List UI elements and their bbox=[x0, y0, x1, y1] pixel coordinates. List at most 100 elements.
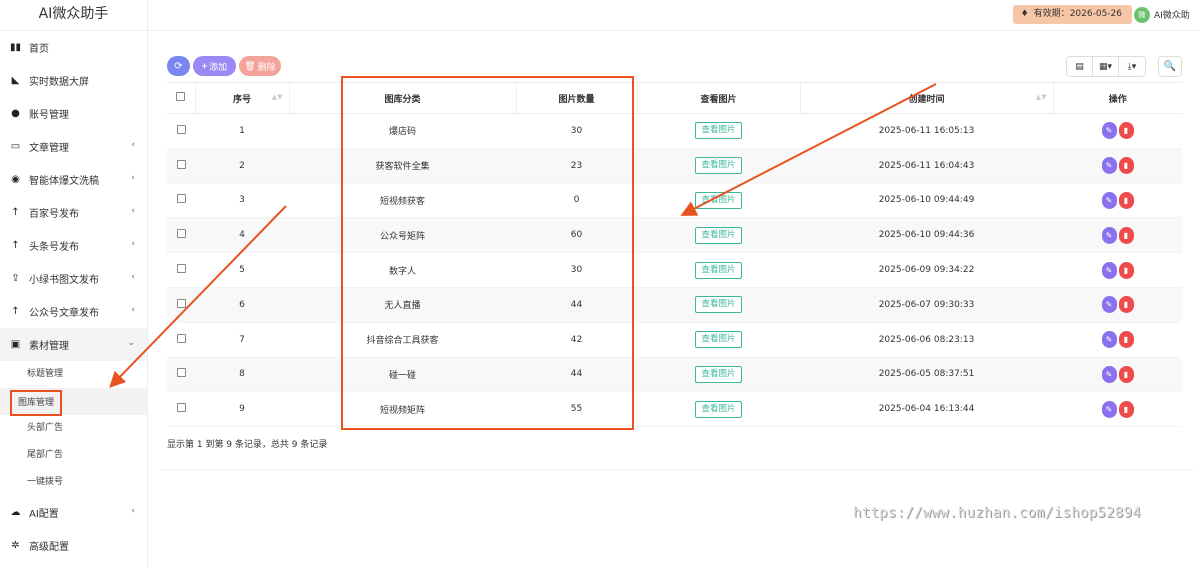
sidebar-item-0[interactable]: ▮▮ 首页 bbox=[0, 31, 147, 64]
sidebar-subitem-label: 头部广告 bbox=[27, 423, 64, 433]
columns-button[interactable]: ▦▾ bbox=[1093, 57, 1119, 76]
sidebar-item-8[interactable]: ↑ 公众号文章发布 ‹ bbox=[0, 295, 147, 328]
pencil-icon: ✎ bbox=[1105, 300, 1113, 310]
delete-row-button[interactable]: ▮ bbox=[1118, 226, 1134, 244]
refresh-button[interactable]: ⟳ bbox=[167, 56, 190, 76]
row-checkbox[interactable] bbox=[176, 368, 186, 378]
trash-icon: ▮ bbox=[1123, 300, 1129, 310]
sidebar-item-9[interactable]: ▣ 素材管理 ⌄ bbox=[0, 328, 147, 361]
sidebar-subitem-2[interactable]: 头部广告 bbox=[0, 415, 147, 442]
view-images-button[interactable]: 查看图片 bbox=[695, 191, 742, 209]
delete-row-button[interactable]: ▮ bbox=[1118, 400, 1134, 418]
delete-row-button[interactable]: ▮ bbox=[1118, 261, 1134, 279]
row-select-cell bbox=[167, 391, 195, 428]
delete-row-button[interactable]: ▮ bbox=[1118, 191, 1134, 209]
sidebar-subitem-label: 图库管理 bbox=[10, 390, 63, 416]
cell-actions: ✎ ▮ bbox=[1053, 252, 1182, 288]
toggle-view-button[interactable]: ▤ bbox=[1067, 57, 1093, 76]
row-checkbox[interactable] bbox=[176, 298, 186, 308]
pencil-icon: ✎ bbox=[1105, 369, 1113, 379]
delete-row-button[interactable]: ▮ bbox=[1118, 122, 1134, 140]
trash-icon: ▮ bbox=[1123, 230, 1129, 240]
sidebar-item-label: 文章管理 bbox=[29, 143, 69, 154]
divider bbox=[162, 469, 1195, 470]
row-checkbox[interactable] bbox=[176, 229, 186, 239]
sidebar-subitem-0[interactable]: 标题管理 bbox=[0, 361, 147, 388]
edit-button[interactable]: ✎ bbox=[1101, 365, 1117, 383]
row-checkbox[interactable] bbox=[176, 264, 186, 274]
view-images-button[interactable]: 查看图片 bbox=[695, 365, 742, 383]
sidebar-item-6[interactable]: ↑ 头条号发布 ‹ bbox=[0, 229, 147, 262]
view-images-button[interactable]: 查看图片 bbox=[695, 122, 742, 140]
export-button[interactable]: ⤓▾ bbox=[1119, 57, 1145, 76]
sidebar-subitem-4[interactable]: 一键拨号 bbox=[0, 469, 147, 496]
sidebar-item-5[interactable]: ↑ 百家号发布 ‹ bbox=[0, 196, 147, 229]
view-images-button[interactable]: 查看图片 bbox=[695, 226, 742, 244]
sidebar-item-label: 小绿书图文发布 bbox=[29, 275, 99, 286]
row-select-cell bbox=[167, 183, 195, 219]
edit-button[interactable]: ✎ bbox=[1101, 261, 1117, 279]
edit-button[interactable]: ✎ bbox=[1101, 400, 1117, 418]
sidebar-item-1[interactable]: ◣ 实时数据大屏 bbox=[0, 64, 147, 97]
sidebar-item-label: AI配置 bbox=[29, 509, 59, 520]
cell-actions: ✎ ▮ bbox=[1053, 391, 1182, 428]
cell-created: 2025-06-11 16:04:43 bbox=[800, 148, 1053, 184]
cell-id: 8 bbox=[195, 357, 289, 393]
delete-row-button[interactable]: ▮ bbox=[1118, 365, 1134, 383]
sidebar-item-4[interactable]: ◉ 智能体爆文洗稿 ‹ bbox=[0, 163, 147, 196]
delete-row-button[interactable]: ▮ bbox=[1118, 157, 1134, 175]
row-select-cell bbox=[167, 357, 195, 393]
table-row: 4 公众号矩阵 60 查看图片 2025-06-10 09:44:36 ✎ ▮ bbox=[167, 217, 1182, 254]
gallery-table: 序号 ▲▼ 图库分类 图片数量 查看图片 创建时间 ▲▼ 操作 1 爆店码 30 查看图片… bbox=[167, 82, 1182, 428]
view-images-button[interactable]: 查看图片 bbox=[695, 400, 742, 418]
col-header-created[interactable]: 创建时间 ▲▼ bbox=[799, 82, 1053, 114]
sidebar-item-10[interactable]: ☁ AI配置 ‹ bbox=[0, 496, 147, 529]
sidebar-item-3[interactable]: ▭ 文章管理 ‹ bbox=[0, 130, 147, 163]
view-images-button[interactable]: 查看图片 bbox=[695, 261, 742, 279]
sidebar-item-11[interactable]: ✲ 高级配置 bbox=[0, 529, 147, 562]
col-header-id[interactable]: 序号 ▲▼ bbox=[194, 82, 289, 114]
view-images-button[interactable]: 查看图片 bbox=[695, 157, 742, 175]
cell-created: 2025-06-11 16:05:13 bbox=[800, 113, 1053, 149]
area-chart-icon: ◣ bbox=[11, 75, 20, 86]
delete-button[interactable]: 🗑 删除 bbox=[239, 56, 281, 76]
row-checkbox[interactable] bbox=[176, 194, 186, 204]
delete-row-button[interactable]: ▮ bbox=[1118, 331, 1134, 349]
table-row: 7 抖音综合工具获客 42 查看图片 2025-06-06 08:23:13 ✎ ▮ bbox=[167, 322, 1182, 358]
sidebar-subitem-label: 标题管理 bbox=[27, 369, 64, 379]
search-button[interactable]: 🔍 bbox=[1158, 56, 1182, 77]
select-all-checkbox[interactable] bbox=[176, 92, 186, 101]
sidebar-subitem-1[interactable]: 图库管理 bbox=[0, 388, 147, 416]
sidebar-item-2[interactable]: ● 账号管理 bbox=[0, 97, 147, 130]
col-header-view: 查看图片 bbox=[636, 82, 800, 114]
delete-row-button[interactable]: ▮ bbox=[1118, 296, 1134, 314]
sidebar-item-7[interactable]: ⇪ 小绿书图文发布 ‹ bbox=[0, 262, 147, 295]
chevron-icon: ‹ bbox=[131, 506, 135, 516]
edit-button[interactable]: ✎ bbox=[1101, 191, 1117, 209]
avatar[interactable]: 微 bbox=[1134, 7, 1150, 23]
edit-button[interactable]: ✎ bbox=[1101, 331, 1117, 349]
table-row: 5 数字人 30 查看图片 2025-06-09 09:34:22 ✎ ▮ bbox=[167, 252, 1182, 288]
sidebar-subitem-3[interactable]: 尾部广告 bbox=[0, 442, 147, 469]
edit-button[interactable]: ✎ bbox=[1101, 157, 1117, 175]
add-button[interactable]: + 添加 bbox=[193, 56, 236, 76]
cell-count: 44 bbox=[516, 357, 637, 393]
trash-icon: ▮ bbox=[1123, 195, 1129, 205]
view-images-button[interactable]: 查看图片 bbox=[695, 296, 742, 314]
view-images-button[interactable]: 查看图片 bbox=[695, 331, 742, 349]
row-checkbox[interactable] bbox=[176, 403, 186, 413]
edit-button[interactable]: ✎ bbox=[1101, 226, 1117, 244]
table-row: 2 获客软件全集 23 查看图片 2025-06-11 16:04:43 ✎ ▮ bbox=[167, 148, 1182, 184]
row-checkbox[interactable] bbox=[176, 333, 186, 343]
edit-button[interactable]: ✎ bbox=[1101, 296, 1117, 314]
trash-icon: ▮ bbox=[1123, 265, 1129, 275]
row-checkbox[interactable] bbox=[176, 159, 186, 169]
app-root: AI微众助手 ▮▮ 首页 ◣ 实时数据大屏 ● 账号管理 ▭ 文章管理 ‹ ◉ 智能体爆文洗稿 ‹ ↑ 百… bbox=[0, 0, 1200, 568]
sidebar-item-label: 公众号文章发布 bbox=[29, 308, 99, 319]
edit-button[interactable]: ✎ bbox=[1101, 122, 1117, 140]
pagination-summary: 显示第 1 到第 9 条记录，总共 9 条记录 bbox=[167, 440, 328, 450]
row-checkbox[interactable] bbox=[176, 124, 186, 134]
user-name[interactable]: AI微众助 bbox=[1154, 8, 1200, 21]
cell-category: 公众号矩阵 bbox=[289, 217, 516, 254]
sidebar-subitem-label: 尾部广告 bbox=[27, 450, 64, 460]
